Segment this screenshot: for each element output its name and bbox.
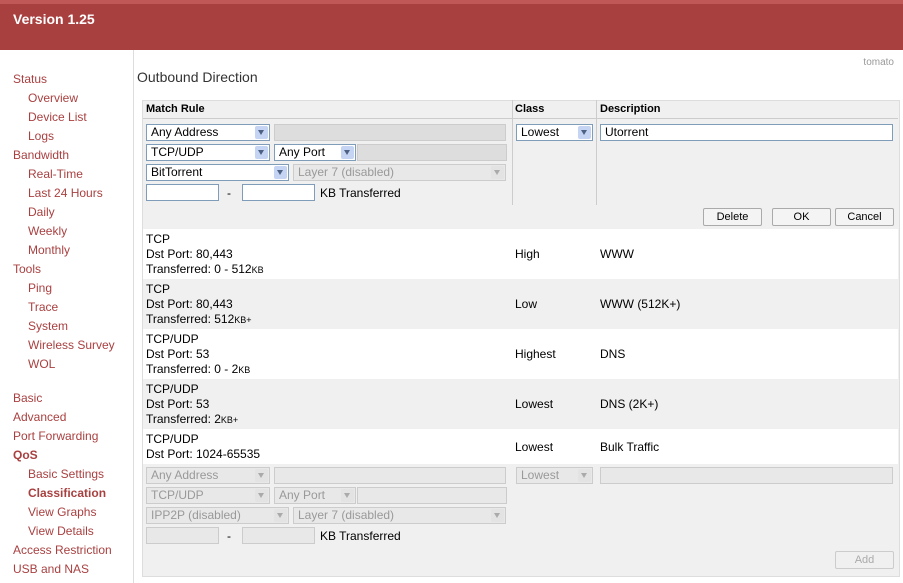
- rule-cell: TCP Dst Port: 80,443 Transferred: 512KB+: [146, 282, 252, 326]
- ok-button[interactable]: OK: [772, 208, 831, 226]
- layer7-select[interactable]: Layer 7 (disabled): [293, 164, 506, 181]
- class-cell: Low: [515, 297, 538, 311]
- nav-real-time[interactable]: Real-Time: [28, 167, 83, 181]
- column-divider-2: [596, 100, 597, 205]
- sidebar: [0, 50, 134, 583]
- version-label: Version 1.25: [13, 11, 95, 27]
- kb-range-dash: -: [227, 186, 231, 200]
- chevron-down-icon: [578, 126, 591, 139]
- rule-cell: TCP Dst Port: 80,443 Transferred: 0 - 512…: [146, 232, 264, 276]
- chevron-down-icon: [341, 489, 354, 502]
- description-cell: DNS (2K+): [600, 397, 659, 411]
- cancel-button[interactable]: Cancel: [835, 208, 894, 226]
- header-divider: [143, 118, 898, 119]
- nav-port-forwarding[interactable]: Port Forwarding: [13, 429, 98, 443]
- nav-wol[interactable]: WOL: [28, 357, 55, 371]
- nav-view-details[interactable]: View Details: [28, 524, 94, 538]
- nav-usb-and-nas[interactable]: USB and NAS: [13, 562, 89, 576]
- nav-ping[interactable]: Ping: [28, 281, 52, 295]
- address-input[interactable]: [274, 124, 506, 141]
- class-cell: Highest: [515, 347, 556, 361]
- brand-label: tomato: [863, 57, 894, 68]
- kb-to-input[interactable]: [242, 184, 315, 201]
- new-kb-range-dash: -: [227, 529, 231, 543]
- delete-button[interactable]: Delete: [703, 208, 762, 226]
- table-row[interactable]: TCP/UDP Dst Port: 53 Transferred: 0 - 2KB…: [143, 329, 898, 379]
- nav-monthly[interactable]: Monthly: [28, 243, 70, 257]
- kb-from-input[interactable]: [146, 184, 219, 201]
- rule-cell: TCP/UDP Dst Port: 1024-65535: [146, 432, 261, 461]
- class-cell: High: [515, 247, 540, 261]
- nav-basic[interactable]: Basic: [13, 391, 42, 405]
- nav-weekly[interactable]: Weekly: [28, 224, 67, 238]
- protocol-select[interactable]: TCP/UDP: [146, 144, 270, 161]
- description-input[interactable]: Utorrent: [600, 124, 893, 141]
- rule-cell: TCP/UDP Dst Port: 53 Transferred: 2KB+: [146, 382, 239, 426]
- port-select[interactable]: Any Port: [274, 144, 356, 161]
- chevron-down-icon: [274, 166, 287, 179]
- new-port-select[interactable]: Any Port: [274, 487, 356, 504]
- new-ipp2p-select[interactable]: IPP2P (disabled): [146, 507, 289, 524]
- table-row[interactable]: TCP/UDP Dst Port: 1024-65535 Lowest Bulk …: [143, 429, 898, 464]
- page-title: Outbound Direction: [137, 69, 258, 85]
- new-protocol-select[interactable]: TCP/UDP: [146, 487, 270, 504]
- nav-status[interactable]: Status: [13, 72, 47, 86]
- nav-trace[interactable]: Trace: [28, 300, 58, 314]
- chevron-down-icon: [491, 509, 504, 522]
- table-row[interactable]: TCP/UDP Dst Port: 53 Transferred: 2KB+ Lo…: [143, 379, 898, 429]
- nav-system[interactable]: System: [28, 319, 68, 333]
- header-match-rule: Match Rule: [146, 103, 205, 115]
- nav-last-24-hours[interactable]: Last 24 Hours: [28, 186, 103, 200]
- header-bar: Version 1.25: [0, 0, 903, 50]
- chevron-down-icon: [578, 469, 591, 482]
- new-port-input[interactable]: [357, 487, 507, 504]
- new-class-select[interactable]: Lowest: [516, 467, 593, 484]
- rule-cell: TCP/UDP Dst Port: 53 Transferred: 0 - 2KB: [146, 332, 251, 376]
- new-kb-from-input[interactable]: [146, 527, 219, 544]
- nav-tools[interactable]: Tools: [13, 262, 41, 276]
- description-cell: Bulk Traffic: [600, 440, 660, 454]
- address-select[interactable]: Any Address: [146, 124, 270, 141]
- add-button[interactable]: Add: [835, 551, 894, 569]
- new-description-input[interactable]: [600, 467, 893, 484]
- nav-qos[interactable]: QoS: [13, 448, 38, 462]
- chevron-down-icon: [491, 166, 504, 179]
- chevron-down-icon: [274, 509, 287, 522]
- new-kb-to-input[interactable]: [242, 527, 315, 544]
- table-row[interactable]: TCP Dst Port: 80,443 Transferred: 0 - 512…: [143, 229, 898, 279]
- nav-bandwidth[interactable]: Bandwidth: [13, 148, 69, 162]
- nav-device-list[interactable]: Device List: [28, 110, 87, 124]
- new-address-input[interactable]: [274, 467, 506, 484]
- header-description-text: Description: [600, 103, 661, 115]
- new-layer7-select[interactable]: Layer 7 (disabled): [293, 507, 506, 524]
- port-input[interactable]: [357, 144, 507, 161]
- ipp2p-select[interactable]: BitTorrent: [146, 164, 289, 181]
- chevron-down-icon: [255, 126, 268, 139]
- class-cell: Lowest: [515, 440, 554, 454]
- kb-transferred-label: KB Transferred: [320, 186, 401, 200]
- new-address-select[interactable]: Any Address: [146, 467, 270, 484]
- chevron-down-icon: [255, 469, 268, 482]
- description-cell: WWW (512K+): [600, 297, 681, 311]
- table-row[interactable]: TCP Dst Port: 80,443 Transferred: 512KB+ …: [143, 279, 898, 329]
- nav-classification[interactable]: Classification: [28, 486, 106, 500]
- nav-advanced[interactable]: Advanced: [13, 410, 66, 424]
- description-cell: DNS: [600, 347, 626, 361]
- nav-logs[interactable]: Logs: [28, 129, 54, 143]
- header-class: Class: [515, 103, 545, 115]
- nav-basic-settings[interactable]: Basic Settings: [28, 467, 104, 481]
- nav-access-restriction[interactable]: Access Restriction: [13, 543, 112, 557]
- chevron-down-icon: [341, 146, 354, 159]
- nav-wireless-survey[interactable]: Wireless Survey: [28, 338, 115, 352]
- new-kb-transferred-label: KB Transferred: [320, 529, 401, 543]
- class-cell: Lowest: [515, 397, 554, 411]
- nav-daily[interactable]: Daily: [28, 205, 55, 219]
- description-cell: WWW: [600, 247, 634, 261]
- nav-view-graphs[interactable]: View Graphs: [28, 505, 96, 519]
- chevron-down-icon: [255, 146, 268, 159]
- column-divider-1: [512, 100, 513, 205]
- class-select[interactable]: Lowest: [516, 124, 593, 141]
- chevron-down-icon: [255, 489, 268, 502]
- nav-overview[interactable]: Overview: [28, 91, 78, 105]
